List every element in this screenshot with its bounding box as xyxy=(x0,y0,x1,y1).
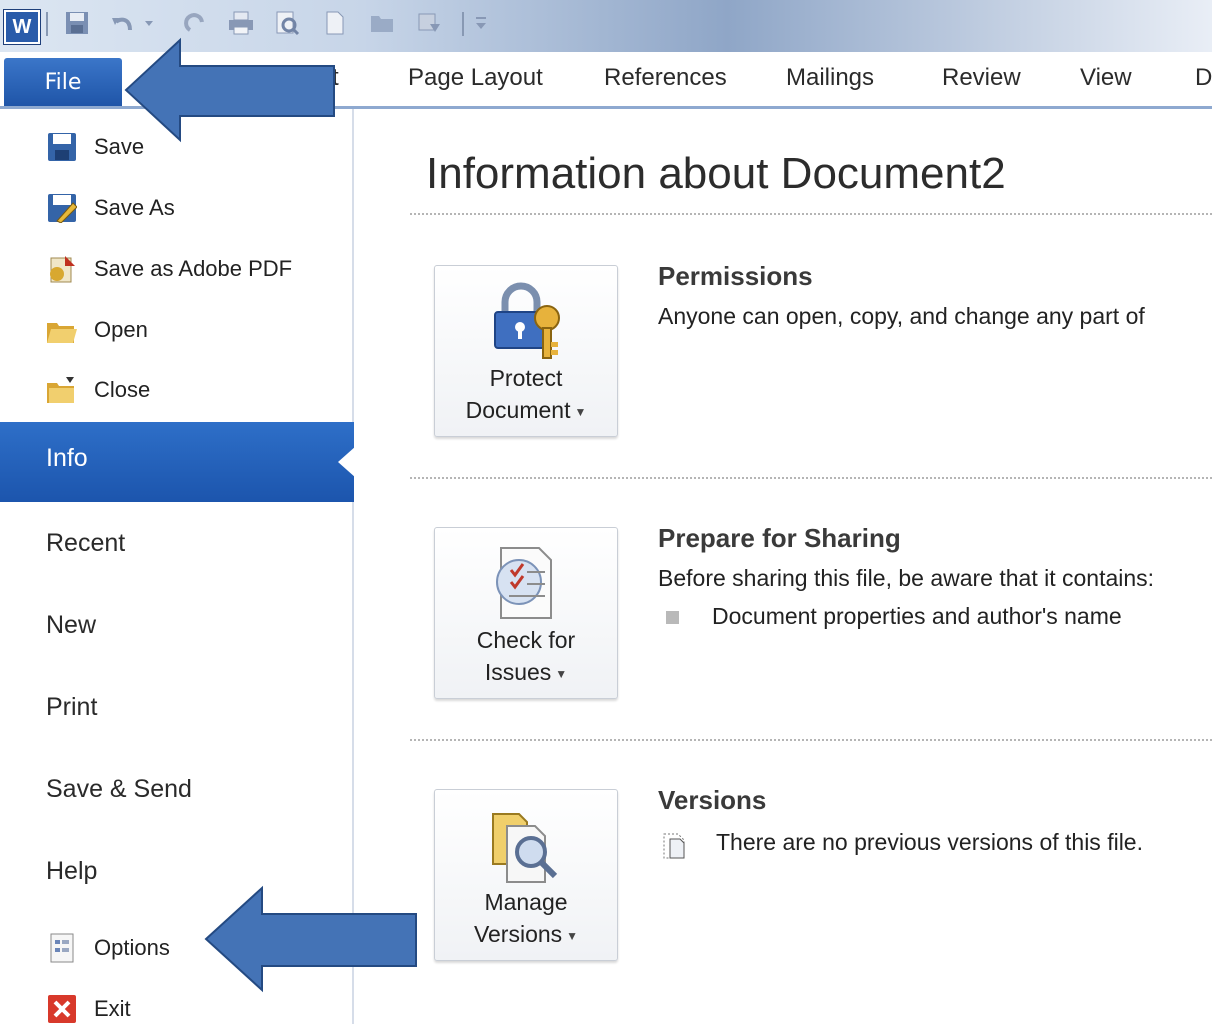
bullet-icon xyxy=(666,611,679,624)
protect-document-button[interactable]: Protect Document ▼ xyxy=(434,265,618,437)
permissions-heading: Permissions xyxy=(658,261,813,291)
page-title: Information about Document2 xyxy=(426,149,1006,198)
lock-key-icon xyxy=(485,280,567,362)
info-label: Info xyxy=(46,444,88,472)
open-command[interactable]: Open xyxy=(46,310,148,350)
save-as-command[interactable]: Save As xyxy=(46,188,175,228)
print-icon[interactable] xyxy=(226,8,256,38)
customize-icon[interactable] xyxy=(470,8,492,38)
nav-tab-info[interactable]: Info xyxy=(0,422,356,502)
exit-command[interactable]: Exit xyxy=(46,989,131,1029)
exit-icon xyxy=(46,993,78,1025)
toolbar-separator xyxy=(46,12,48,36)
protect-document-label: Protect Document ▼ xyxy=(465,365,587,423)
dropdown-caret-icon: ▼ xyxy=(555,666,568,681)
file-tab[interactable]: File xyxy=(4,58,122,106)
prepare-for-sharing-heading: Prepare for Sharing xyxy=(658,523,901,553)
nav-tab-new[interactable]: New xyxy=(46,611,96,640)
document-properties-item: Document properties and author's name xyxy=(712,603,1122,629)
prepare-for-sharing-text: Before sharing this file, be aware that … xyxy=(658,565,1155,591)
tab-developer-partial[interactable]: D xyxy=(1195,64,1212,92)
undo-icon[interactable] xyxy=(108,8,138,38)
tab-references[interactable]: References xyxy=(604,64,727,92)
versions-heading: Versions xyxy=(658,785,767,815)
annotation-arrow-file-icon xyxy=(124,37,335,143)
open-folder-icon[interactable] xyxy=(368,8,398,38)
save-as-adobe-pdf-command[interactable]: Save as Adobe PDF xyxy=(46,249,292,289)
check-for-issues-button[interactable]: Check for Issues ▼ xyxy=(434,527,618,699)
options-label: Options xyxy=(94,935,170,960)
word-logo-icon[interactable]: W xyxy=(4,10,40,44)
adobe-pdf-icon xyxy=(46,253,78,285)
close-command[interactable]: Close xyxy=(46,370,150,410)
save-as-label: Save As xyxy=(94,195,175,220)
nav-tab-print[interactable]: Print xyxy=(46,693,97,722)
undo-dropdown-icon[interactable] xyxy=(140,8,158,38)
close-folder-icon xyxy=(46,374,78,406)
nav-tab-save-send[interactable]: Save & Send xyxy=(46,775,192,804)
more-icon[interactable] xyxy=(414,8,444,38)
nav-tab-help[interactable]: Help xyxy=(46,857,97,886)
divider xyxy=(410,213,1212,215)
permissions-text: Anyone can open, copy, and change any pa… xyxy=(658,303,1145,329)
redo-icon[interactable] xyxy=(180,8,210,38)
print-preview-icon[interactable] xyxy=(272,8,302,38)
save-icon[interactable] xyxy=(62,8,92,38)
save-as-adobe-pdf-label: Save as Adobe PDF xyxy=(94,256,293,281)
exit-label: Exit xyxy=(94,996,131,1021)
tab-mailings[interactable]: Mailings xyxy=(786,64,874,92)
tab-view[interactable]: View xyxy=(1080,64,1132,92)
divider xyxy=(410,477,1212,479)
tab-review[interactable]: Review xyxy=(942,64,1021,92)
open-label: Open xyxy=(94,317,148,342)
versions-text: There are no previous versions of this f… xyxy=(716,829,1143,855)
save-as-icon xyxy=(46,192,78,224)
close-label: Close xyxy=(94,377,151,402)
manage-versions-label: Manage Versions ▼ xyxy=(473,889,579,947)
manage-versions-button[interactable]: Manage Versions ▼ xyxy=(434,789,618,961)
options-icon xyxy=(46,932,78,964)
check-for-issues-label: Check for Issues ▼ xyxy=(476,627,576,685)
info-pane: Information about Document2 Protect Docu… xyxy=(354,109,1212,1024)
document-version-icon xyxy=(660,831,688,861)
dropdown-caret-icon: ▼ xyxy=(566,928,579,943)
toolbar-separator xyxy=(462,12,464,36)
annotation-arrow-options-icon xyxy=(204,885,417,993)
options-command[interactable]: Options xyxy=(46,928,170,968)
tab-page-layout[interactable]: Page Layout xyxy=(408,64,543,92)
divider xyxy=(410,739,1212,741)
new-document-icon[interactable] xyxy=(320,8,350,38)
nav-tab-recent[interactable]: Recent xyxy=(46,529,125,558)
versions-magnifier-icon xyxy=(485,804,567,886)
open-folder-icon xyxy=(46,314,78,346)
save-icon xyxy=(46,131,78,163)
dropdown-caret-icon: ▼ xyxy=(574,404,587,419)
checklist-icon xyxy=(485,542,567,624)
